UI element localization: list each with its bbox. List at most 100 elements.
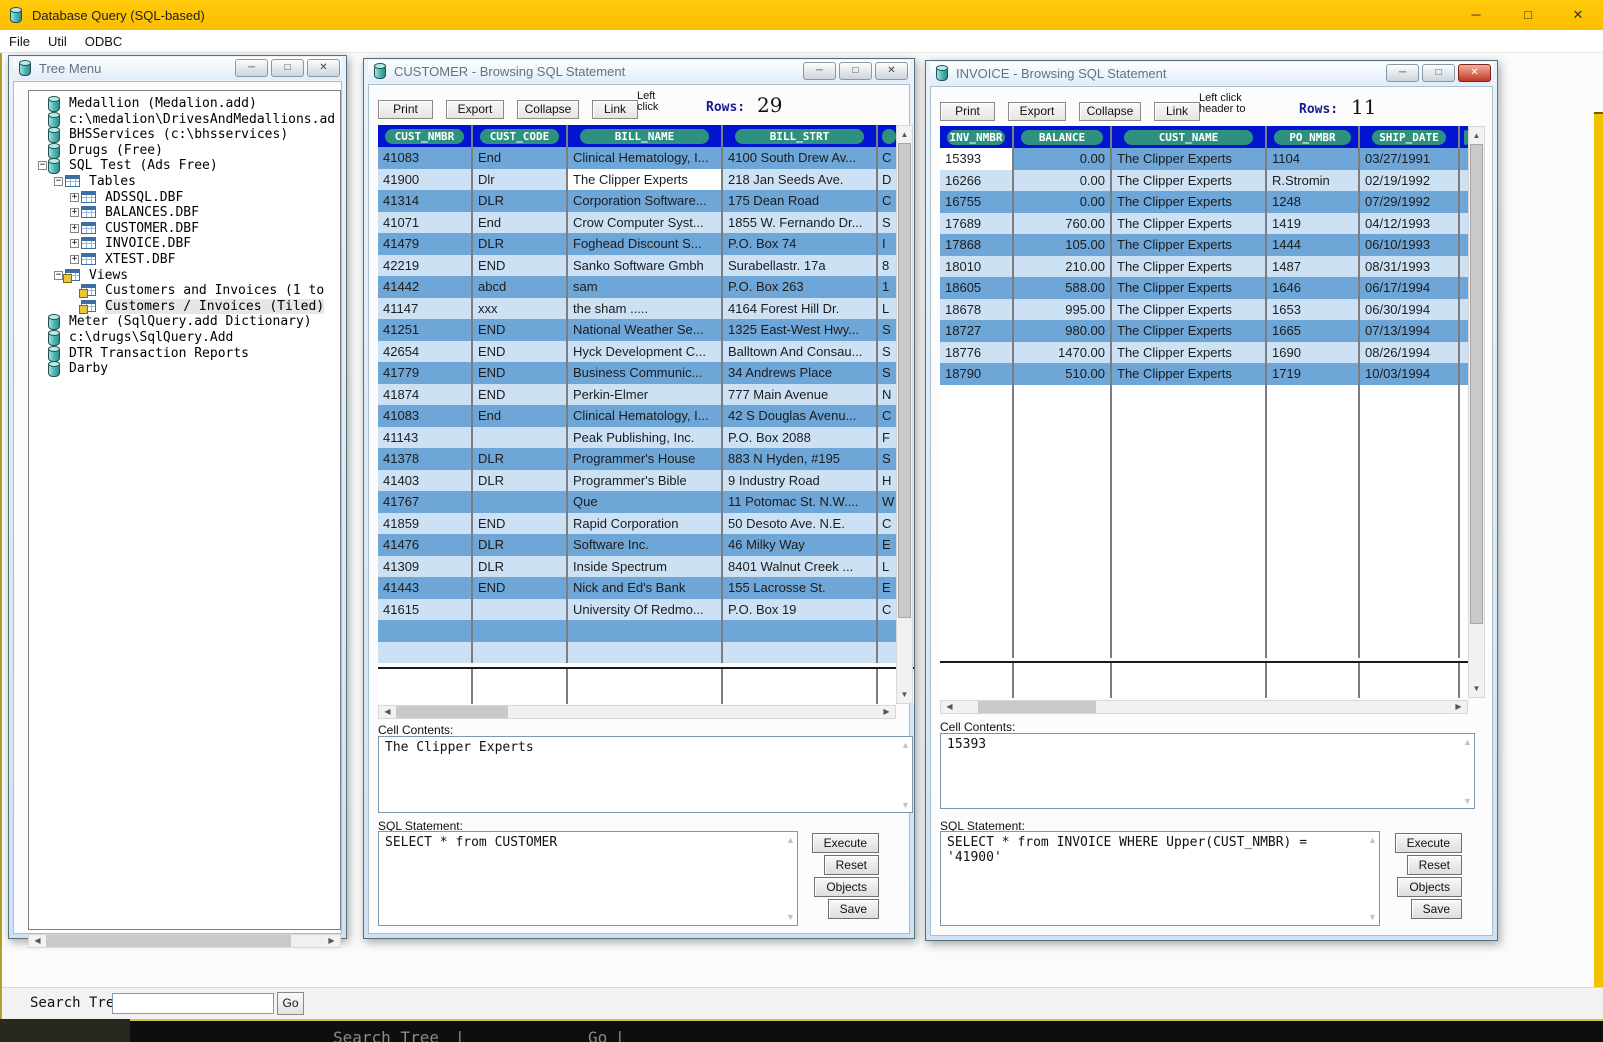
grid-cell-partial[interactable]: C	[878, 599, 896, 621]
grid-cell[interactable]: Programmer's House	[568, 448, 723, 470]
tree-item[interactable]: −Views	[29, 268, 340, 284]
grid-cell[interactable]: The Clipper Experts	[1112, 342, 1267, 364]
grid-cell[interactable]: 41767	[378, 491, 473, 513]
save-button[interactable]: Save	[828, 899, 879, 919]
grid-cell[interactable]: Nick and Ed's Bank	[568, 577, 723, 599]
grid-cell[interactable]: 105.00	[1014, 234, 1112, 256]
append-cell[interactable]	[1014, 663, 1112, 698]
grid-cell[interactable]: 155 Lacrosse St.	[723, 577, 878, 599]
grid-cell[interactable]: Perkin-Elmer	[568, 384, 723, 406]
grid-cell[interactable]	[473, 642, 568, 664]
grid-cell[interactable]: University Of Redmo...	[568, 599, 723, 621]
grid-cell-partial[interactable]	[1460, 320, 1468, 342]
maximize-button[interactable]: □	[1508, 2, 1548, 28]
cell-contents-box[interactable]: 15393	[940, 733, 1475, 809]
tree-item-label[interactable]: XTEST.DBF	[105, 252, 175, 268]
grid-cell-partial[interactable]: I	[878, 233, 896, 255]
minimize-button[interactable]: ─	[803, 62, 836, 80]
grid-cell[interactable]: Hyck Development C...	[568, 341, 723, 363]
grid-cell[interactable]: 17868	[940, 234, 1014, 256]
h-scrollbar-thumb[interactable]	[396, 706, 508, 718]
column-header[interactable]: SHIP_DATE	[1360, 126, 1460, 148]
grid-cell[interactable]: The Clipper Experts	[1112, 213, 1267, 235]
tree-item[interactable]: +ADSSQL.DBF	[29, 190, 340, 206]
grid-cell-partial[interactable]: C	[878, 190, 896, 212]
tree-item-label[interactable]: Views	[89, 268, 128, 284]
grid-cell[interactable]: 06/10/1993	[1360, 234, 1460, 256]
grid-cell[interactable]: 17689	[940, 213, 1014, 235]
grid-cell[interactable]: 41083	[378, 147, 473, 169]
grid-cell[interactable]	[378, 620, 473, 642]
grid-cell[interactable]: END	[473, 577, 568, 599]
grid-cell[interactable]: 41442	[378, 276, 473, 298]
invoice-h-scrollbar[interactable]: ◀ ▶	[940, 700, 1468, 714]
expand-expander-icon[interactable]: +	[70, 255, 79, 264]
grid-cell[interactable]: 41900	[378, 169, 473, 191]
grid-cell-partial[interactable]: S	[878, 362, 896, 384]
grid-cell-partial[interactable]	[1460, 170, 1468, 192]
grid-cell-partial[interactable]: S	[878, 341, 896, 363]
grid-cell[interactable]: DLR	[473, 534, 568, 556]
execute-button[interactable]: Execute	[812, 833, 879, 853]
grid-cell[interactable]: 8401 Walnut Creek ...	[723, 556, 878, 578]
grid-cell[interactable]: Clinical Hematology, I...	[568, 147, 723, 169]
expand-expander-icon[interactable]: +	[70, 193, 79, 202]
tree-item[interactable]: c:\medalion\DrivesAndMedallions.ad	[29, 112, 340, 128]
grid-cell[interactable]: 16755	[940, 191, 1014, 213]
objects-button[interactable]: Objects	[1397, 877, 1462, 897]
grid-cell[interactable]: 1419	[1267, 213, 1360, 235]
grid-cell-partial[interactable]: S	[878, 448, 896, 470]
append-cell[interactable]	[1112, 663, 1267, 698]
grid-cell[interactable]	[473, 620, 568, 642]
grid-cell[interactable]: P.O. Box 2088	[723, 427, 878, 449]
column-header[interactable]: CUST_NAME	[1112, 126, 1267, 148]
tree-item[interactable]: + XTEST.DBF	[29, 252, 340, 268]
grid-cell[interactable]: 06/30/1994	[1360, 299, 1460, 321]
column-header[interactable]: INV_NMBR	[940, 126, 1014, 148]
append-cell[interactable]	[878, 669, 896, 704]
grid-cell-partial[interactable]	[1460, 191, 1468, 213]
tree-h-scrollbar[interactable]: ◀ ▶	[28, 934, 341, 948]
grid-cell-partial[interactable]: S	[878, 212, 896, 234]
grid-cell[interactable]: 41779	[378, 362, 473, 384]
grid-cell[interactable]: 1653	[1267, 299, 1360, 321]
minimize-button[interactable]: ─	[235, 59, 268, 77]
grid-cell[interactable]: 15393	[940, 148, 1014, 170]
grid-cell[interactable]: 1487	[1267, 256, 1360, 278]
grid-cell[interactable]: Surabellastr. 17a	[723, 255, 878, 277]
caret-down-icon[interactable]: ▼	[1463, 796, 1489, 806]
h-scrollbar-thumb[interactable]	[46, 935, 291, 947]
grid-cell[interactable]: 41083	[378, 405, 473, 427]
tree-item[interactable]: Meter (SqlQuery.add Dictionary)	[29, 314, 340, 330]
grid-cell[interactable]: 46 Milky Way	[723, 534, 878, 556]
grid-cell[interactable]: 41147	[378, 298, 473, 320]
tree-item[interactable]: BHSServices (c:\bhsservices)	[29, 127, 340, 143]
grid-cell[interactable]: 07/13/1994	[1360, 320, 1460, 342]
grid-cell[interactable]: 02/19/1992	[1360, 170, 1460, 192]
grid-cell-partial[interactable]	[1460, 277, 1468, 299]
grid-cell[interactable]: DLR	[473, 470, 568, 492]
grid-cell-partial[interactable]	[878, 642, 896, 664]
grid-cell[interactable]	[723, 642, 878, 664]
grid-cell[interactable]	[473, 599, 568, 621]
grid-cell[interactable]: P.O. Box 19	[723, 599, 878, 621]
grid-cell[interactable]: 175 Dean Road	[723, 190, 878, 212]
grid-cell[interactable]: 1248	[1267, 191, 1360, 213]
grid-cell[interactable]: The Clipper Experts	[1112, 234, 1267, 256]
tree-item[interactable]: Darby	[29, 361, 340, 377]
grid-cell[interactable]: 41251	[378, 319, 473, 341]
grid-cell[interactable]: P.O. Box 74	[723, 233, 878, 255]
grid-cell[interactable]: DLR	[473, 448, 568, 470]
grid-cell[interactable]: 1104	[1267, 148, 1360, 170]
tree-item[interactable]: −Tables	[29, 174, 340, 190]
tree-item-label[interactable]: Medallion (Medalion.add)	[69, 96, 257, 112]
grid-cell[interactable]: 08/26/1994	[1360, 342, 1460, 364]
grid-cell-partial[interactable]: 1	[878, 276, 896, 298]
grid-cell[interactable]: 18727	[940, 320, 1014, 342]
column-header-partial[interactable]	[878, 125, 896, 147]
grid-cell-partial[interactable]: C	[878, 147, 896, 169]
search-tree-input[interactable]	[112, 993, 274, 1014]
grid-cell[interactable]: 777 Main Avenue	[723, 384, 878, 406]
export-button[interactable]: Export	[446, 100, 504, 119]
caret-up-icon[interactable]: ▲	[1463, 737, 1489, 747]
